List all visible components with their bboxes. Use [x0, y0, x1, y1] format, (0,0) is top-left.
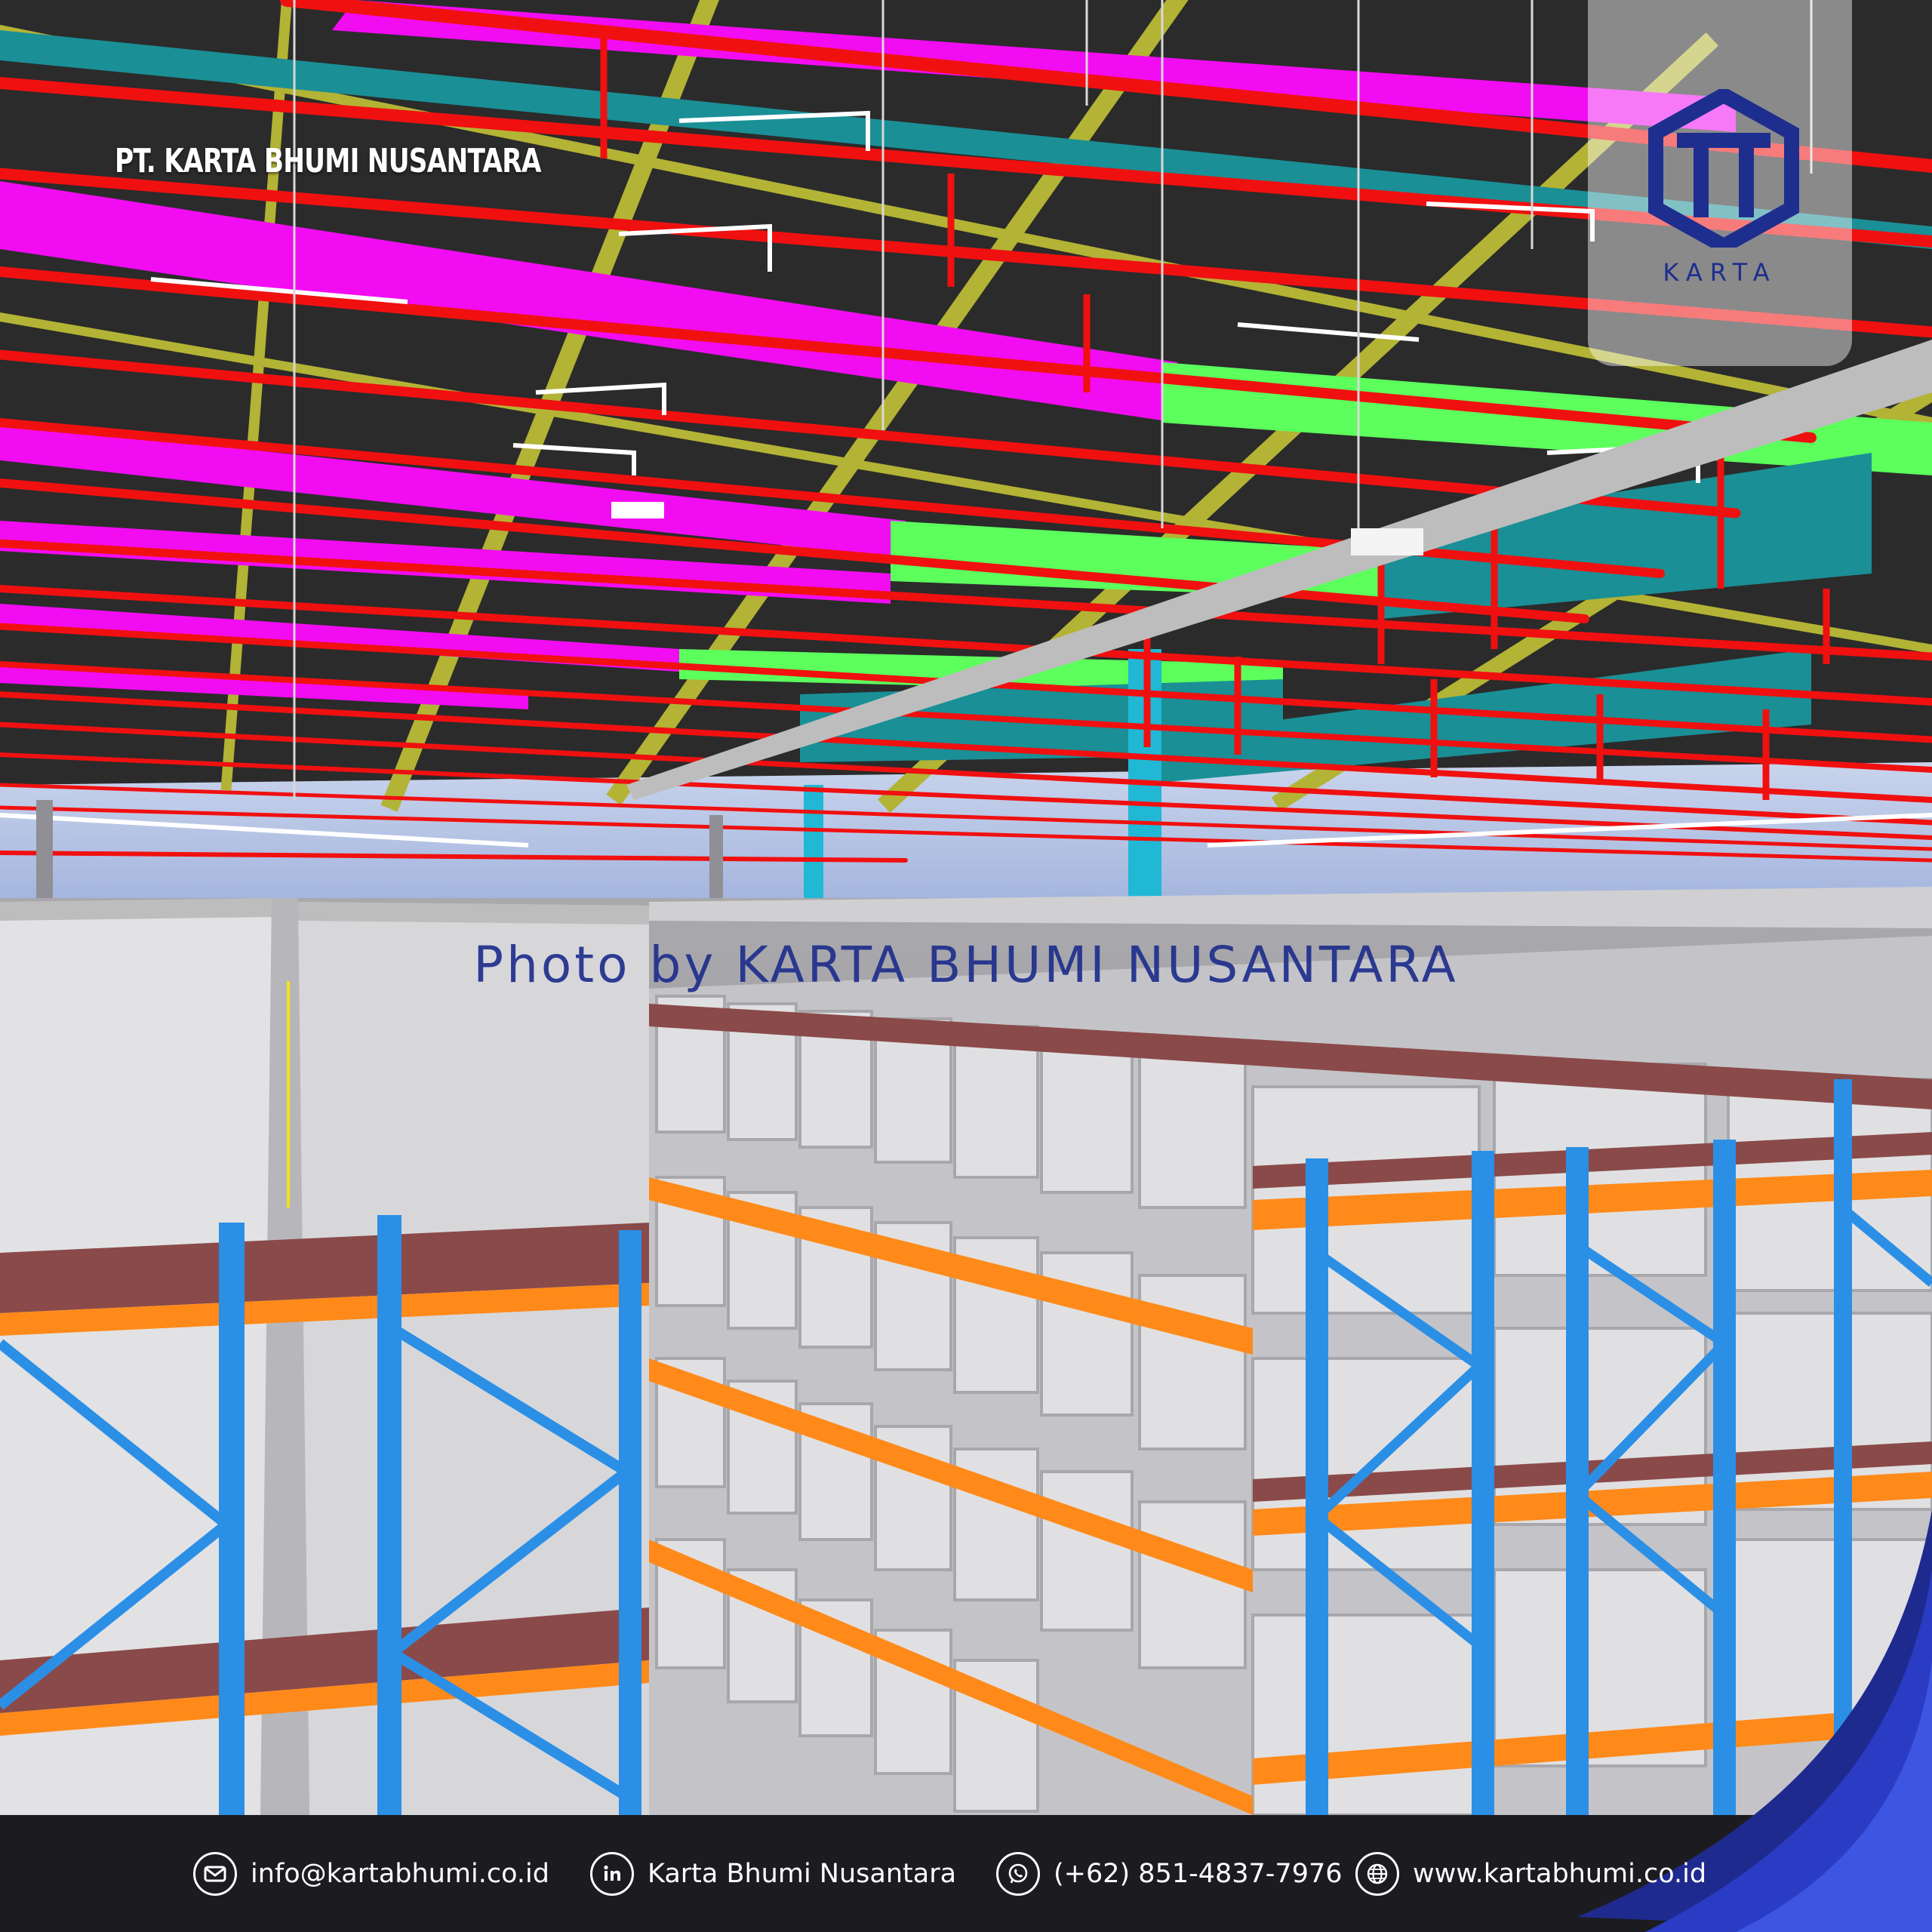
right-rack [649, 887, 1932, 1815]
logo-card: KARTA [1588, 0, 1852, 366]
website-text: www.kartabhumi.co.id [1413, 1859, 1707, 1889]
whatsapp-icon [996, 1852, 1040, 1896]
junction-box [1351, 528, 1423, 555]
karta-logo-icon [1648, 89, 1799, 248]
light-box [611, 502, 664, 518]
pallet-boxes [655, 995, 1932, 1815]
email-icon [193, 1852, 237, 1896]
email-text: info@kartabhumi.co.id [251, 1859, 549, 1889]
globe-icon [1355, 1852, 1399, 1896]
linkedin-text: Karta Bhumi Nusantara [648, 1859, 957, 1889]
contact-email[interactable]: info@kartabhumi.co.id [193, 1850, 549, 1897]
photo-watermark: Photo by KARTA BHUMI NUSANTARA [473, 936, 1459, 994]
linkedin-icon [590, 1852, 634, 1896]
left-rack [0, 898, 649, 1815]
company-name: PT. KARTA BHUMI NUSANTARA [115, 142, 541, 180]
contact-linkedin[interactable]: Karta Bhumi Nusantara [590, 1850, 956, 1897]
logo-wordmark: KARTA [1663, 258, 1777, 287]
phone-text: (+62) 851-4837-7976 [1054, 1859, 1343, 1889]
render-image: PT. KARTA BHUMI NUSANTARA Photo by KARTA… [0, 0, 1932, 1932]
contact-whatsapp[interactable]: (+62) 851-4837-7976 [996, 1850, 1343, 1897]
contact-website[interactable]: www.kartabhumi.co.id [1355, 1850, 1706, 1897]
